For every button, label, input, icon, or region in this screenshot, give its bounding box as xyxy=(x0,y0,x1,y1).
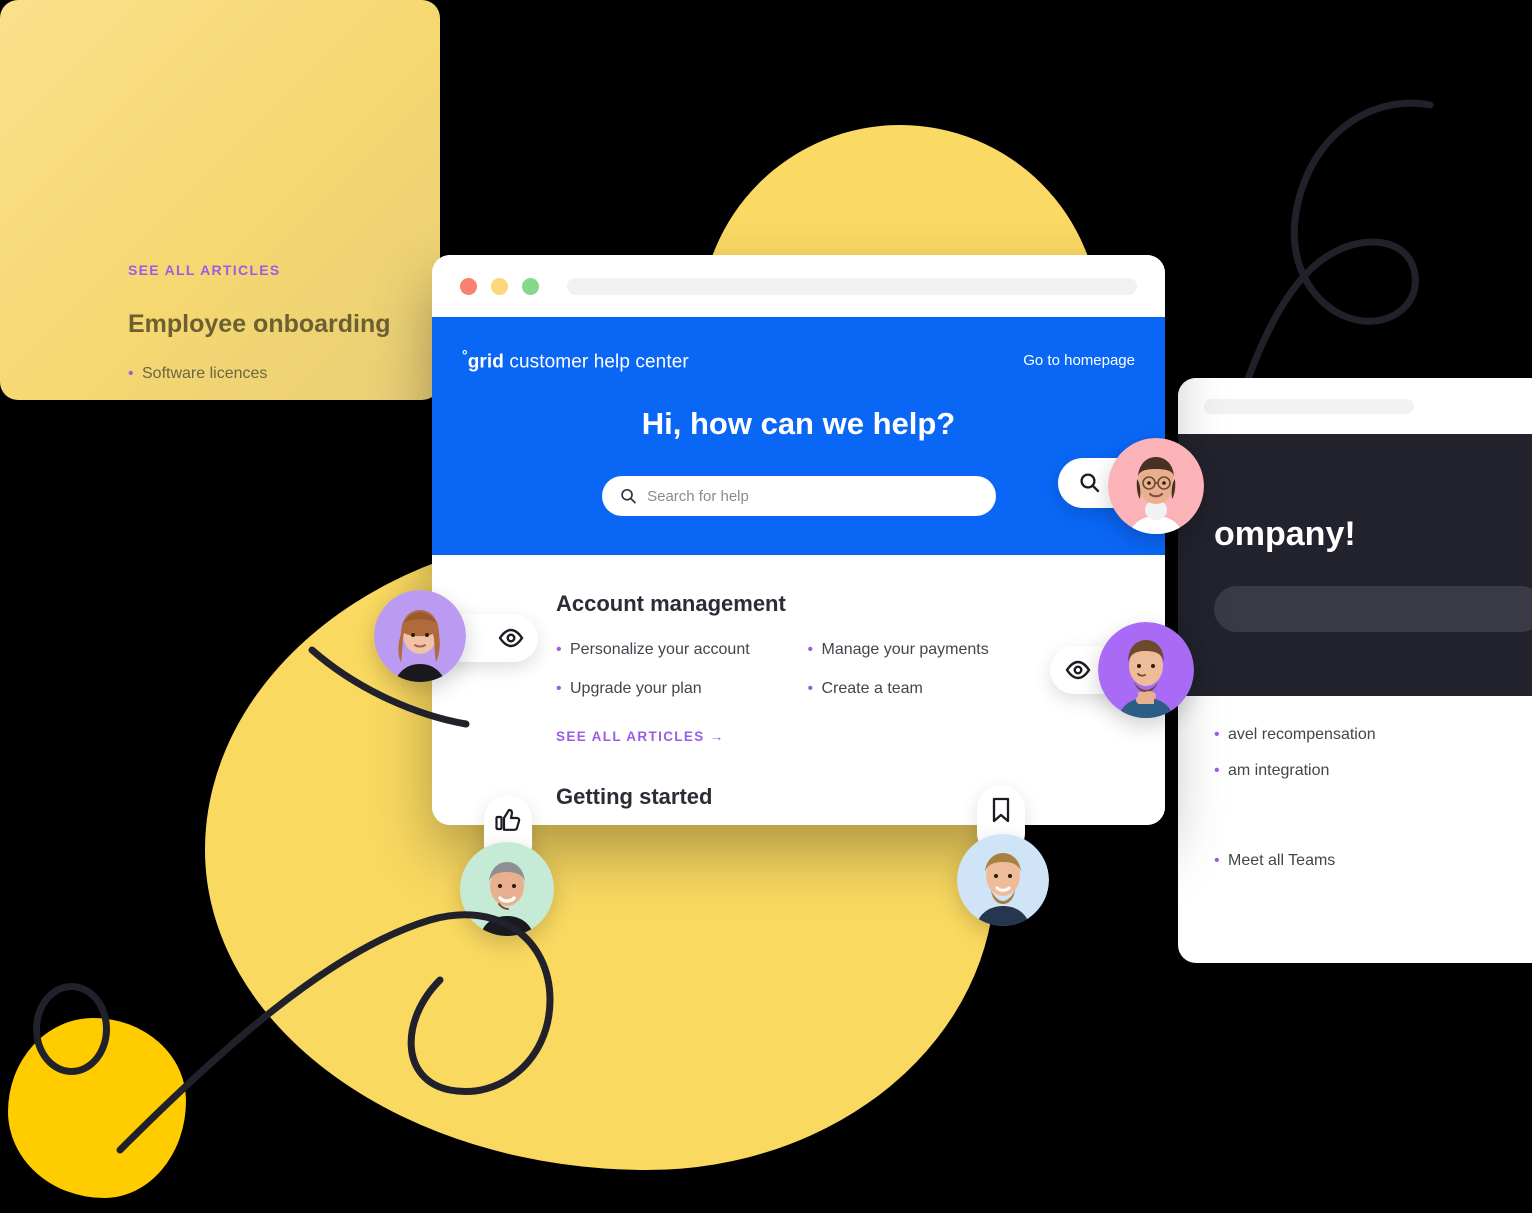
list-item[interactable]: Software licences xyxy=(128,365,440,383)
list-item[interactable]: am integration xyxy=(1214,762,1532,780)
page-title: Hi, how can we help? xyxy=(641,406,956,442)
avatar-portrait-icon xyxy=(1108,438,1204,534)
back-window-chrome xyxy=(1178,378,1532,434)
eye-icon xyxy=(498,628,524,648)
search-icon xyxy=(620,489,636,504)
help-center-body: Account management Personalize your acco… xyxy=(432,555,1165,825)
traffic-light-dots xyxy=(460,277,539,295)
thumbs-up-icon xyxy=(495,808,521,831)
back-search-input[interactable] xyxy=(1214,586,1532,632)
avatar[interactable] xyxy=(1108,438,1204,534)
article-link[interactable]: Personalize your account xyxy=(556,641,790,680)
avatar[interactable] xyxy=(374,590,466,682)
search-box[interactable] xyxy=(601,476,996,517)
mid-window-body: SEE ALL ARTICLES Employee onboarding Sof… xyxy=(0,0,440,383)
mid-section-title: Employee onboarding xyxy=(128,310,391,338)
avatar[interactable] xyxy=(957,834,1049,926)
article-grid-account-management: Personalize your account Manage your pay… xyxy=(556,641,1041,719)
yellow-blob-small xyxy=(8,1018,186,1198)
eye-icon xyxy=(1065,660,1091,680)
back-hero-title: ompany! xyxy=(1214,515,1356,553)
hero-topbar: °grid customer help center Go to homepag… xyxy=(462,347,1135,373)
see-all-articles-link[interactable]: SEE ALL ARTICLES → xyxy=(556,729,725,744)
back-article-list: avel recompensation am integration xyxy=(1214,726,1532,780)
decorative-ring xyxy=(33,983,110,1075)
list-item[interactable]: Meet all Teams xyxy=(1214,852,1532,870)
main-browser-window: °grid customer help center Go to homepag… xyxy=(432,255,1165,825)
back-browser-window: Go to homepage ompany! avel recompensati… xyxy=(1178,378,1532,963)
minimize-dot-icon[interactable] xyxy=(491,277,508,295)
avatar-portrait-icon xyxy=(374,590,466,682)
avatar[interactable] xyxy=(460,842,554,936)
list-item[interactable]: avel recompensation xyxy=(1214,726,1532,744)
search-input[interactable] xyxy=(647,487,978,505)
section-title-account-management: Account management xyxy=(556,591,786,616)
article-link[interactable]: Create a team xyxy=(808,680,1042,719)
bookmark-icon xyxy=(992,797,1010,823)
section-title-getting-started: Getting started xyxy=(556,784,713,809)
article-link[interactable]: Upgrade your plan xyxy=(556,680,790,719)
close-dot-icon[interactable] xyxy=(460,277,477,295)
back-url-bar[interactable] xyxy=(1204,398,1414,414)
main-url-bar[interactable] xyxy=(567,277,1137,295)
see-all-label: SEE ALL ARTICLES xyxy=(556,729,705,744)
homepage-link[interactable]: Go to homepage xyxy=(1023,352,1135,369)
avatar[interactable] xyxy=(1098,622,1194,718)
back-window-body: avel recompensation am integration Meet … xyxy=(1178,696,1532,918)
illustration-stage: Go to homepage ompany! avel recompensati… xyxy=(0,0,1532,1213)
maximize-dot-icon[interactable] xyxy=(522,277,539,295)
back-window-hero: Go to homepage ompany! xyxy=(1178,434,1532,696)
back-bottom-list: Meet all Teams xyxy=(1214,852,1532,870)
avatar-portrait-icon xyxy=(460,842,554,936)
arrow-right-icon: → xyxy=(709,729,725,744)
site-logo[interactable]: °grid customer help center xyxy=(462,347,689,373)
search-icon xyxy=(1079,473,1099,493)
search-row xyxy=(462,476,1135,517)
article-link[interactable]: Manage your payments xyxy=(808,641,1042,680)
avatar-portrait-icon xyxy=(957,834,1049,926)
avatar-portrait-icon xyxy=(1098,622,1194,718)
logo-brand: grid xyxy=(467,351,504,373)
back-hero-topbar: Go to homepage xyxy=(1214,470,1532,487)
logo-suffix: customer help center xyxy=(504,351,689,373)
mid-browser-window: SEE ALL ARTICLES Employee onboarding Sof… xyxy=(0,0,440,400)
help-center-hero: °grid customer help center Go to homepag… xyxy=(432,317,1165,555)
main-window-chrome xyxy=(432,255,1165,317)
mid-see-all-articles-link[interactable]: SEE ALL ARTICLES xyxy=(128,262,440,278)
